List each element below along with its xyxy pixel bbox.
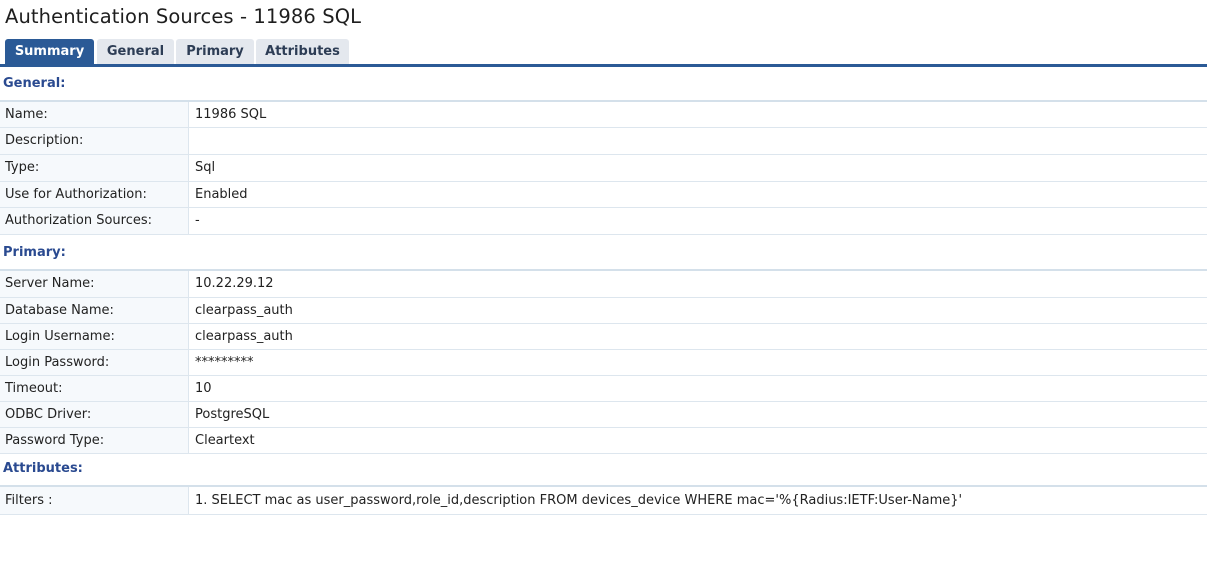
tab-attributes[interactable]: Attributes (256, 39, 349, 64)
row-label: Login Password: (0, 348, 189, 376)
row-value: 11986 SQL (188, 100, 1207, 128)
table-row: Server Name: 10.22.29.12 (0, 269, 1207, 298)
table-row: Database Name: clearpass_auth (0, 296, 1207, 324)
primary-table: Server Name: 10.22.29.12 Database Name: … (0, 269, 1207, 454)
table-row: Timeout: 10 (0, 374, 1207, 402)
row-value: ********* (188, 348, 1207, 376)
general-table: Name: 11986 SQL Description: Type: Sql U… (0, 100, 1207, 235)
row-value: 10 (188, 374, 1207, 402)
section-title-primary: Primary: (3, 245, 66, 260)
row-label: Use for Authorization: (0, 180, 189, 208)
row-label: Password Type: (0, 426, 189, 454)
tab-summary[interactable]: Summary (5, 39, 94, 64)
row-value: Cleartext (188, 426, 1207, 454)
tab-primary[interactable]: Primary (176, 39, 254, 64)
row-value: Enabled (188, 180, 1207, 208)
table-row: Login Password: ********* (0, 348, 1207, 376)
table-row: Use for Authorization: Enabled (0, 180, 1207, 208)
section-title-general: General: (3, 76, 66, 91)
row-label: Description: (0, 126, 189, 155)
row-label: Server Name: (0, 269, 189, 298)
table-row: Filters : 1. SELECT mac as user_password… (0, 485, 1207, 515)
row-label: Filters : (0, 485, 189, 515)
row-value: 10.22.29.12 (188, 269, 1207, 298)
row-label: Type: (0, 153, 189, 182)
table-row: Name: 11986 SQL (0, 100, 1207, 128)
row-label: Name: (0, 100, 189, 128)
row-label: Authorization Sources: (0, 206, 189, 235)
table-row: ODBC Driver: PostgreSQL (0, 400, 1207, 428)
row-value: Sql (188, 153, 1207, 182)
row-value: PostgreSQL (188, 400, 1207, 428)
table-row: Authorization Sources: - (0, 206, 1207, 235)
row-label: Timeout: (0, 374, 189, 402)
table-row: Login Username: clearpass_auth (0, 322, 1207, 350)
row-label: ODBC Driver: (0, 400, 189, 428)
row-value: clearpass_auth (188, 296, 1207, 324)
row-label: Database Name: (0, 296, 189, 324)
attributes-table: Filters : 1. SELECT mac as user_password… (0, 485, 1207, 515)
row-value (188, 126, 1207, 155)
page-title: Authentication Sources - 11986 SQL (5, 5, 362, 28)
tab-general[interactable]: General (97, 39, 174, 64)
row-label: Login Username: (0, 322, 189, 350)
table-row: Description: (0, 126, 1207, 155)
filter-value: 1. SELECT mac as user_password,role_id,d… (188, 485, 1207, 515)
row-value: - (188, 206, 1207, 235)
table-row: Type: Sql (0, 153, 1207, 182)
table-row: Password Type: Cleartext (0, 426, 1207, 454)
row-value: clearpass_auth (188, 322, 1207, 350)
section-title-attributes: Attributes: (3, 461, 83, 476)
tab-underline (0, 64, 1207, 67)
